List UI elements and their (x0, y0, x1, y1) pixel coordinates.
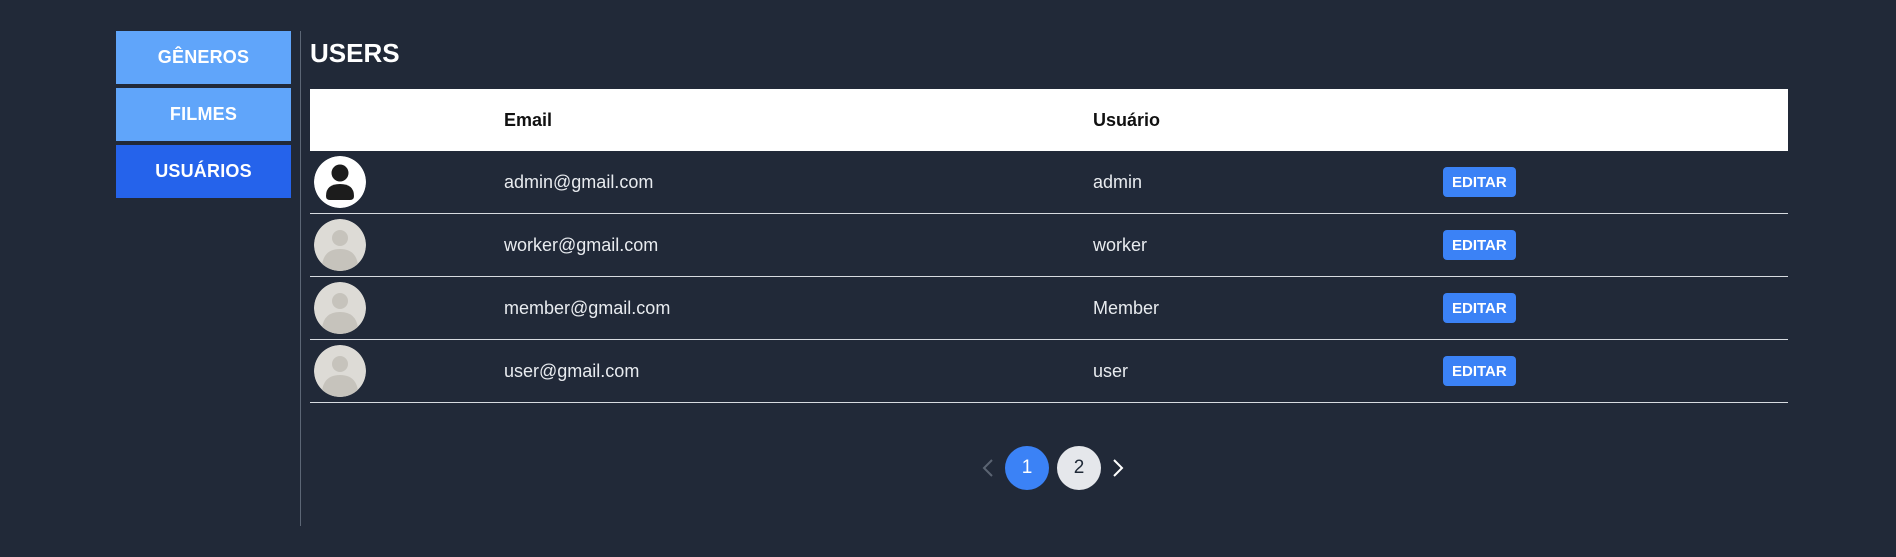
email-cell: worker@gmail.com (504, 234, 659, 255)
username-cell: user (1093, 360, 1129, 381)
default-avatar-icon (314, 345, 366, 397)
sidebar-item-label: USUÁRIOS (155, 161, 252, 181)
edit-button[interactable]: EDITAR (1443, 356, 1516, 386)
edit-button[interactable]: EDITAR (1443, 293, 1516, 323)
table-row: user@gmail.com user EDITAR (310, 340, 1788, 403)
table-header: Email Usuário (310, 89, 1788, 151)
pagination-next-button[interactable] (1105, 446, 1131, 490)
email-cell: user@gmail.com (504, 360, 640, 381)
sidebar: GÊNEROS FILMES USUÁRIOS (116, 31, 291, 202)
chevron-right-icon (1113, 459, 1124, 477)
username-cell: Member (1093, 297, 1160, 318)
table-row: member@gmail.com Member EDITAR (310, 277, 1788, 340)
chevron-left-icon (982, 459, 993, 477)
admin-avatar-icon (314, 156, 366, 208)
edit-button[interactable]: EDITAR (1443, 230, 1516, 260)
sidebar-item-generos[interactable]: GÊNEROS (116, 31, 291, 84)
edit-button[interactable]: EDITAR (1443, 167, 1516, 197)
header-email: Email (504, 109, 553, 130)
main-content: USERS Email Usuário admin@gmail.com admi… (310, 31, 1788, 403)
page-title: USERS (310, 38, 400, 68)
pagination-page-2[interactable]: 2 (1057, 446, 1101, 490)
username-cell: admin (1093, 171, 1143, 192)
default-avatar-icon (314, 219, 366, 271)
sidebar-item-filmes[interactable]: FILMES (116, 88, 291, 141)
sidebar-item-label: FILMES (169, 104, 238, 124)
email-cell: admin@gmail.com (504, 171, 654, 192)
header-username: Usuário (1093, 109, 1161, 130)
table-row: worker@gmail.com worker EDITAR (310, 214, 1788, 277)
table-row: admin@gmail.com admin EDITAR (310, 151, 1788, 214)
sidebar-item-label: GÊNEROS (157, 47, 250, 67)
sidebar-divider (300, 31, 301, 526)
pagination-prev-button[interactable] (975, 446, 1001, 490)
default-avatar-icon (314, 282, 366, 334)
pagination-page-1[interactable]: 1 (1005, 446, 1049, 490)
pagination: 1 2 (975, 446, 1131, 490)
sidebar-item-usuarios[interactable]: USUÁRIOS (116, 145, 291, 198)
users-table: Email Usuário admin@gmail.com admin EDIT… (310, 89, 1788, 403)
email-cell: member@gmail.com (504, 297, 671, 318)
username-cell: worker (1093, 234, 1148, 255)
